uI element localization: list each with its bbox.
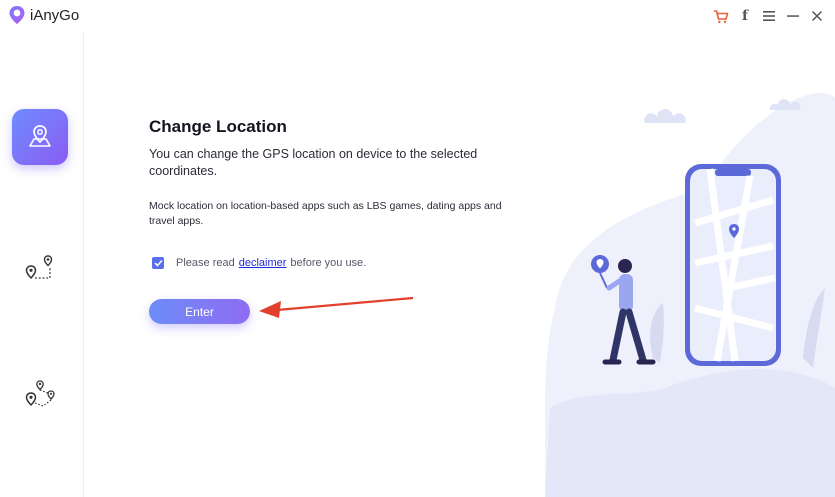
agree-prefix: Please read	[176, 257, 235, 269]
sidebar-item-multi-spot-movement[interactable]	[12, 368, 68, 424]
close-icon[interactable]	[805, 4, 829, 28]
agree-suffix: before you use.	[290, 257, 367, 269]
app-title: iAnyGo	[30, 7, 80, 24]
sidebar-item-single-spot-movement[interactable]	[12, 242, 68, 298]
agree-checkbox[interactable]	[152, 257, 164, 269]
cart-icon[interactable]	[709, 4, 733, 28]
enter-button[interactable]: Enter	[149, 299, 250, 324]
checkmark-icon	[153, 259, 163, 267]
minimize-icon[interactable]	[781, 4, 805, 28]
window-controls: f	[709, 4, 829, 28]
page-note: Mock location on location-based apps suc…	[149, 200, 502, 227]
menu-icon[interactable]	[757, 4, 781, 28]
phone-location-illustration	[545, 92, 835, 497]
disclaimer-link[interactable]: declaimer	[239, 257, 287, 269]
multi-spot-route-icon	[25, 380, 55, 407]
two-spot-route-icon	[25, 255, 53, 280]
title-bar: iAnyGo f	[0, 0, 835, 32]
facebook-glyph: f	[741, 8, 749, 24]
sidebar-item-change-location[interactable]	[12, 109, 68, 165]
app-logo-icon	[9, 6, 25, 24]
location-map-pin-icon	[29, 125, 51, 147]
page-description: You can change the GPS location on devic…	[149, 147, 478, 178]
disclaimer-agreement: Please read declaimer before you use.	[152, 257, 366, 269]
sidebar	[0, 32, 84, 497]
page-title: Change Location	[149, 117, 287, 136]
facebook-icon[interactable]: f	[733, 4, 757, 28]
red-arrow-annotation	[259, 296, 414, 318]
